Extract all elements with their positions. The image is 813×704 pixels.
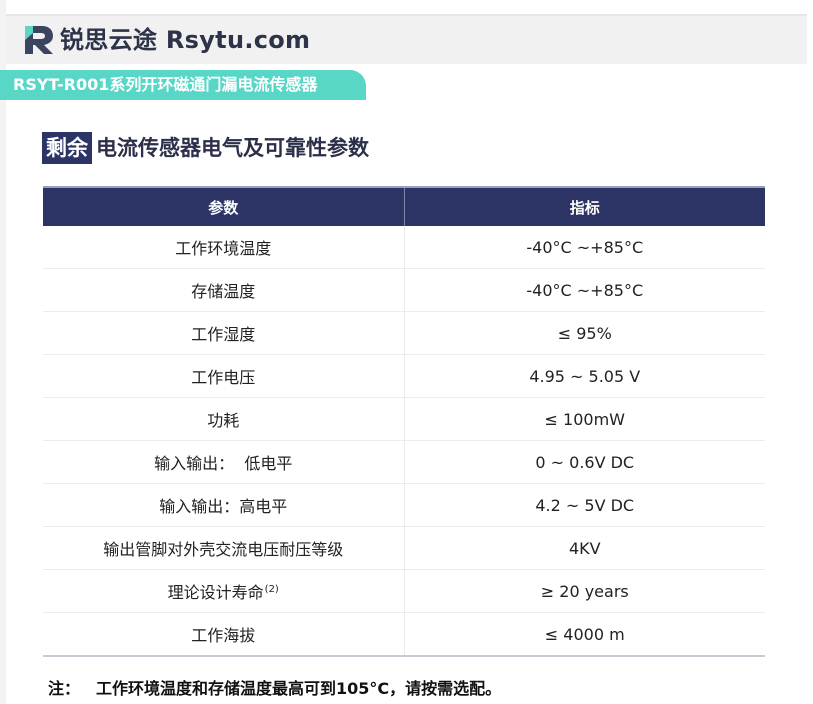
param-cell: 工作环境温度 <box>43 226 405 269</box>
product-series-tag: RSYT-R001系列开环磁通门漏电流传感器 <box>0 70 366 100</box>
value-cell: ≤ 95% <box>404 311 765 355</box>
param-cell: 工作湿度 <box>43 311 405 355</box>
value-cell: -40°C ~+85°C <box>404 268 765 312</box>
site-header: 锐思云途 Rsytu.com <box>6 14 807 64</box>
value-cell: ≤ 4000 m <box>404 612 765 657</box>
param-cell: 存储温度 <box>43 268 405 312</box>
param-text: 存储温度 <box>191 282 256 301</box>
value-cell: -40°C ~+85°C <box>404 226 765 269</box>
section-title: 剩余 电流传感器电气及可靠性参数 <box>42 131 369 165</box>
param-cell: 输入输出： 低电平 <box>43 440 405 484</box>
left-edge-strip <box>0 0 6 704</box>
param-text: 工作电压 <box>191 368 256 387</box>
param-cell: 理论设计寿命(2) <box>43 569 405 613</box>
table-row: 输出管脚对外壳交流电压耐压等级 4KV <box>43 526 765 570</box>
footnote-marker: (2) <box>264 584 279 595</box>
table-row: 理论设计寿命(2) ≥ 20 years <box>43 569 765 613</box>
param-cell: 功耗 <box>43 397 405 441</box>
table-row: 存储温度 -40°C ~+85°C <box>43 268 765 312</box>
param-text: 输入输出：高电平 <box>159 497 288 516</box>
param-cell: 工作海拔 <box>43 612 405 657</box>
table-row: 工作海拔 ≤ 4000 m <box>43 612 765 657</box>
param-cell: 输出管脚对外壳交流电压耐压等级 <box>43 526 405 570</box>
table-row: 工作湿度 ≤ 95% <box>43 311 765 355</box>
footnote: 注： 工作环境温度和存储温度最高可到105°C，请按需选配。 <box>48 677 501 701</box>
header-param: 参数 <box>43 186 405 226</box>
title-badge: 剩余 <box>42 132 92 164</box>
rs-logo-icon <box>25 26 53 54</box>
table-row: 输入输出： 低电平 0 ~ 0.6V DC <box>43 440 765 484</box>
param-text: 工作海拔 <box>191 626 256 645</box>
brand-name[interactable]: 锐思云途 Rsytu.com <box>60 24 310 56</box>
value-cell: 0 ~ 0.6V DC <box>404 440 765 484</box>
table-header: 参数 指标 <box>43 186 765 226</box>
note-label: 注： <box>48 679 81 698</box>
param-cell: 输入输出：高电平 <box>43 483 405 527</box>
value-cell: 4.2 ~ 5V DC <box>404 483 765 527</box>
param-text: 输出管脚对外壳交流电压耐压等级 <box>103 540 344 559</box>
note-text: 工作环境温度和存储温度最高可到105°C，请按需选配。 <box>96 679 502 698</box>
param-text: 输入输出： 低电平 <box>154 454 293 473</box>
value-cell: 4.95 ~ 5.05 V <box>404 354 765 398</box>
param-text: 工作湿度 <box>191 325 256 344</box>
value-cell: ≤ 100mW <box>404 397 765 441</box>
param-cell: 工作电压 <box>43 354 405 398</box>
value-cell: ≥ 20 years <box>404 569 765 613</box>
param-text: 功耗 <box>207 411 240 430</box>
table-row: 输入输出：高电平 4.2 ~ 5V DC <box>43 483 765 527</box>
header-value: 指标 <box>404 186 765 226</box>
param-text: 理论设计寿命 <box>167 583 264 602</box>
table-row: 工作电压 4.95 ~ 5.05 V <box>43 354 765 398</box>
table-row: 功耗 ≤ 100mW <box>43 397 765 441</box>
table-header-row: 参数 指标 <box>43 186 765 226</box>
value-cell: 4KV <box>404 526 765 570</box>
parameter-table: 参数 指标 工作环境温度 -40°C ~+85°C 存储温度 -40°C ~+8… <box>43 186 765 657</box>
page: 锐思云途 Rsytu.com RSYT-R001系列开环磁通门漏电流传感器 剩余… <box>0 0 813 704</box>
title-text: 电流传感器电气及可靠性参数 <box>96 136 369 160</box>
param-text: 工作环境温度 <box>175 239 272 258</box>
table-row: 工作环境温度 -40°C ~+85°C <box>43 226 765 269</box>
